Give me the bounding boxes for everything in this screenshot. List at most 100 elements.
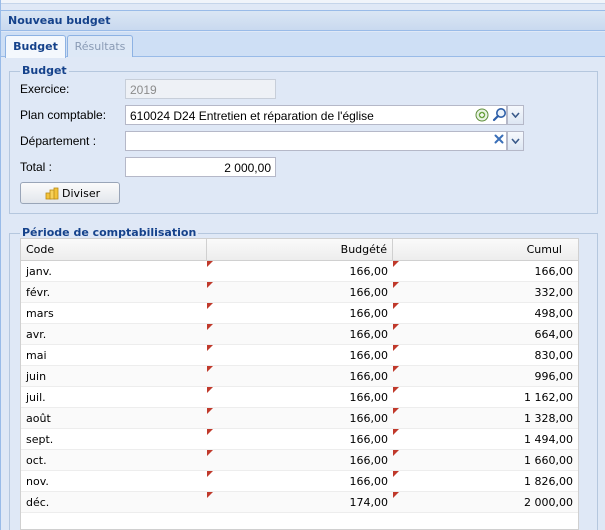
dirty-cell-flag-icon [393,429,399,435]
table-row[interactable]: mai 166,00 830,00 [21,345,578,366]
cell-code: nov. [26,475,49,488]
cell-budgete[interactable]: 166,00 [207,450,393,471]
dirty-cell-flag-icon [393,408,399,414]
diviser-button[interactable]: Diviser [20,182,120,204]
dirty-cell-flag-icon [393,345,399,351]
dirty-cell-flag-icon [207,387,213,393]
cell-budgete[interactable]: 166,00 [207,282,393,303]
cell-code: avr. [26,328,47,341]
budget-legend: Budget [20,64,69,77]
cell-code: déc. [26,496,50,509]
table-row[interactable]: juin 166,00 996,00 [21,366,578,387]
plus-circle-icon[interactable] [474,108,490,124]
tab-body: Budget Exercice: 2019 Plan comptable: 61… [1,58,605,530]
dirty-cell-flag-icon [393,303,399,309]
cell-budgete[interactable]: 166,00 [207,261,393,282]
cell-cumul: 1 826,00 [524,475,573,488]
cell-code: oct. [26,454,47,467]
dirty-cell-flag-icon [207,471,213,477]
dirty-cell-flag-icon [207,303,213,309]
cell-budgete[interactable]: 166,00 [207,324,393,345]
dirty-cell-flag-icon [393,450,399,456]
total-field[interactable]: 2 000,00 [125,157,276,177]
table-row[interactable]: avr. 166,00 664,00 [21,324,578,345]
dirty-cell-flag-icon [207,366,213,372]
close-icon[interactable] [491,133,507,149]
dirty-cell-flag-icon [207,492,213,498]
plan-comptable-label: Plan comptable: [20,108,107,122]
table-row[interactable]: août 166,00 1 328,00 [21,408,578,429]
cell-code: juin [26,370,47,383]
cell-code: juil. [26,391,46,404]
cell-budgete[interactable]: 166,00 [207,387,393,408]
table-row[interactable]: sept. 166,00 1 494,00 [21,429,578,450]
cell-budgete[interactable]: 166,00 [207,303,393,324]
departement-label: Département : [20,134,97,148]
dirty-cell-flag-icon [393,471,399,477]
dirty-cell-flag-icon [393,324,399,330]
cell-budgete[interactable]: 166,00 [207,345,393,366]
dirty-cell-flag-icon [207,282,213,288]
cell-code: mai [26,349,47,362]
cell-code: sept. [26,433,54,446]
cell-code: août [26,412,51,425]
cell-budgete[interactable]: 166,00 [207,366,393,387]
window-titlebar: Nouveau budget [1,10,605,31]
chevron-down-icon[interactable] [507,105,524,125]
cell-budgete[interactable]: 166,00 [207,408,393,429]
cell-cumul: 1 328,00 [524,412,573,425]
tab-resultats[interactable]: Résultats [67,35,133,57]
cell-cumul: 1 660,00 [524,454,573,467]
coins-icon [45,187,59,200]
magnifier-icon[interactable] [491,107,507,123]
cell-code: févr. [26,286,51,299]
total-label: Total : [20,160,53,174]
table-row[interactable]: juil. 166,00 1 162,00 [21,387,578,408]
dirty-cell-flag-icon [207,324,213,330]
window-title: Nouveau budget [8,14,111,27]
cell-cumul: 830,00 [534,349,574,362]
cell-code: mars [26,307,54,320]
table-row[interactable]: janv. 166,00 166,00 [21,261,578,282]
column-header-cumul[interactable]: Cumul [393,239,578,261]
chevron-down-icon[interactable] [507,131,524,151]
tab-budget[interactable]: Budget [5,35,66,58]
cell-cumul: 166,00 [534,265,574,278]
cell-cumul: 1 494,00 [524,433,573,446]
cell-code: janv. [26,265,52,278]
top-strip [1,0,605,4]
dirty-cell-flag-icon [207,450,213,456]
diviser-label: Diviser [62,187,101,200]
table-row[interactable]: oct. 166,00 1 660,00 [21,450,578,471]
table-row[interactable]: mars 166,00 498,00 [21,303,578,324]
cell-cumul: 1 162,00 [524,391,573,404]
cell-budgete[interactable]: 166,00 [207,471,393,492]
table-row[interactable]: nov. 166,00 1 826,00 [21,471,578,492]
column-header-code[interactable]: Code [21,239,207,261]
dirty-cell-flag-icon [393,492,399,498]
dirty-cell-flag-icon [207,345,213,351]
exercice-label: Exercice: [20,82,70,96]
dirty-cell-flag-icon [393,282,399,288]
cell-budgete[interactable]: 174,00 [207,492,393,513]
cell-cumul: 996,00 [534,370,574,383]
grid-header: Code Budgété Cumul [21,239,578,261]
exercice-field: 2019 [125,79,276,99]
dirty-cell-flag-icon [393,387,399,393]
table-row[interactable]: févr. 166,00 332,00 [21,282,578,303]
table-row[interactable]: déc. 174,00 2 000,00 [21,492,578,513]
cell-cumul: 2 000,00 [524,496,573,509]
dirty-cell-flag-icon [207,261,213,267]
dirty-cell-flag-icon [207,429,213,435]
cell-cumul: 498,00 [534,307,574,320]
budget-window: Nouveau budget Budget Résultats Budget E… [0,0,605,530]
column-header-budgete[interactable]: Budgété [207,239,393,261]
cell-cumul: 332,00 [534,286,574,299]
periode-grid: Code Budgété Cumul janv. 166,00 166,00 févr… [20,238,579,530]
dirty-cell-flag-icon [393,261,399,267]
cell-cumul: 664,00 [534,328,574,341]
dirty-cell-flag-icon [207,408,213,414]
plan-comptable-field[interactable]: 610024 D24 Entretien et réparation de l'… [125,105,507,125]
departement-field[interactable] [125,131,507,151]
cell-budgete[interactable]: 166,00 [207,429,393,450]
